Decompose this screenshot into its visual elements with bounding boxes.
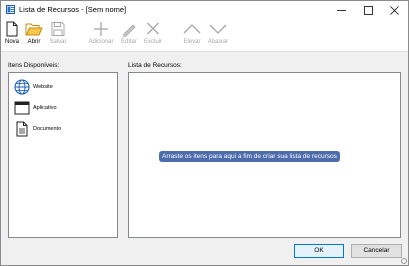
plus-icon bbox=[94, 22, 108, 36]
close-button[interactable] bbox=[381, 1, 408, 19]
edit-button[interactable]: Editar bbox=[118, 21, 140, 49]
move-up-button[interactable]: Elevar bbox=[180, 21, 204, 49]
window-title: Lista de Recursos - [Sem nome] bbox=[19, 5, 127, 14]
new-button[interactable]: Nova bbox=[3, 21, 21, 49]
chevron-down-icon bbox=[209, 24, 227, 34]
available-item-website[interactable]: Website bbox=[13, 78, 53, 96]
edit-label: Editar bbox=[121, 39, 137, 45]
save-label: Salvar bbox=[49, 39, 67, 45]
minimize-button[interactable] bbox=[328, 1, 355, 19]
chevron-up-icon bbox=[183, 24, 201, 34]
x-delete-icon bbox=[147, 22, 159, 35]
add-button[interactable]: Adicionar bbox=[86, 21, 116, 49]
available-item-application[interactable]: Aplicativo bbox=[13, 99, 57, 117]
available-item-document[interactable]: Documento bbox=[13, 120, 61, 138]
move-down-label: Abaixar bbox=[207, 39, 229, 45]
open-label: Abrir bbox=[27, 39, 41, 45]
new-label: Nova bbox=[4, 39, 19, 45]
move-down-button[interactable]: Abaixar bbox=[204, 21, 232, 49]
ok-button[interactable]: OK bbox=[294, 244, 344, 258]
resource-list-drop-area[interactable]: Arraste os itens para aqui a fim de cria… bbox=[128, 72, 401, 238]
available-item-label: Documento bbox=[33, 126, 62, 132]
save-button[interactable]: Salvar bbox=[47, 21, 69, 49]
available-item-label: Website bbox=[33, 84, 53, 90]
maximize-icon bbox=[364, 5, 373, 15]
add-label: Adicionar bbox=[88, 39, 114, 45]
resource-list-label: Lista de Recursos: bbox=[128, 62, 182, 69]
available-items-label: Itens Disponíveis: bbox=[8, 62, 60, 69]
globe-icon bbox=[13, 79, 30, 95]
available-item-label: Aplicativo bbox=[33, 105, 57, 111]
application-window-icon bbox=[14, 101, 29, 115]
available-items-list[interactable]: Website Aplicativo Documento bbox=[8, 72, 118, 238]
title-bar: Lista de Recursos - [Sem nome] bbox=[1, 1, 408, 19]
document-icon bbox=[16, 121, 27, 137]
save-disk-icon bbox=[51, 22, 65, 36]
resource-list-window: Lista de Recursos - [Sem nome] Nova Abri… bbox=[0, 0, 409, 266]
open-button[interactable]: Abrir bbox=[24, 21, 44, 49]
delete-label: Excluir bbox=[143, 39, 162, 45]
open-folder-icon bbox=[25, 23, 43, 36]
move-up-label: Elevar bbox=[183, 39, 201, 45]
toolbar: Nova Abrir Salvar Adicionar Editar Exclu… bbox=[1, 19, 408, 51]
delete-button[interactable]: Excluir bbox=[142, 21, 164, 49]
resize-grip[interactable] bbox=[401, 258, 407, 264]
app-icon bbox=[6, 5, 15, 14]
close-icon bbox=[390, 5, 399, 15]
drop-hint: Arraste os itens para aqui a fim de cria… bbox=[159, 151, 340, 162]
toolbar-divider bbox=[1, 51, 408, 52]
pencil-icon bbox=[122, 24, 136, 37]
new-document-icon bbox=[6, 21, 18, 37]
minimize-icon bbox=[337, 9, 346, 11]
maximize-button[interactable] bbox=[355, 1, 382, 19]
cancel-button[interactable]: Cancelar bbox=[351, 244, 402, 258]
